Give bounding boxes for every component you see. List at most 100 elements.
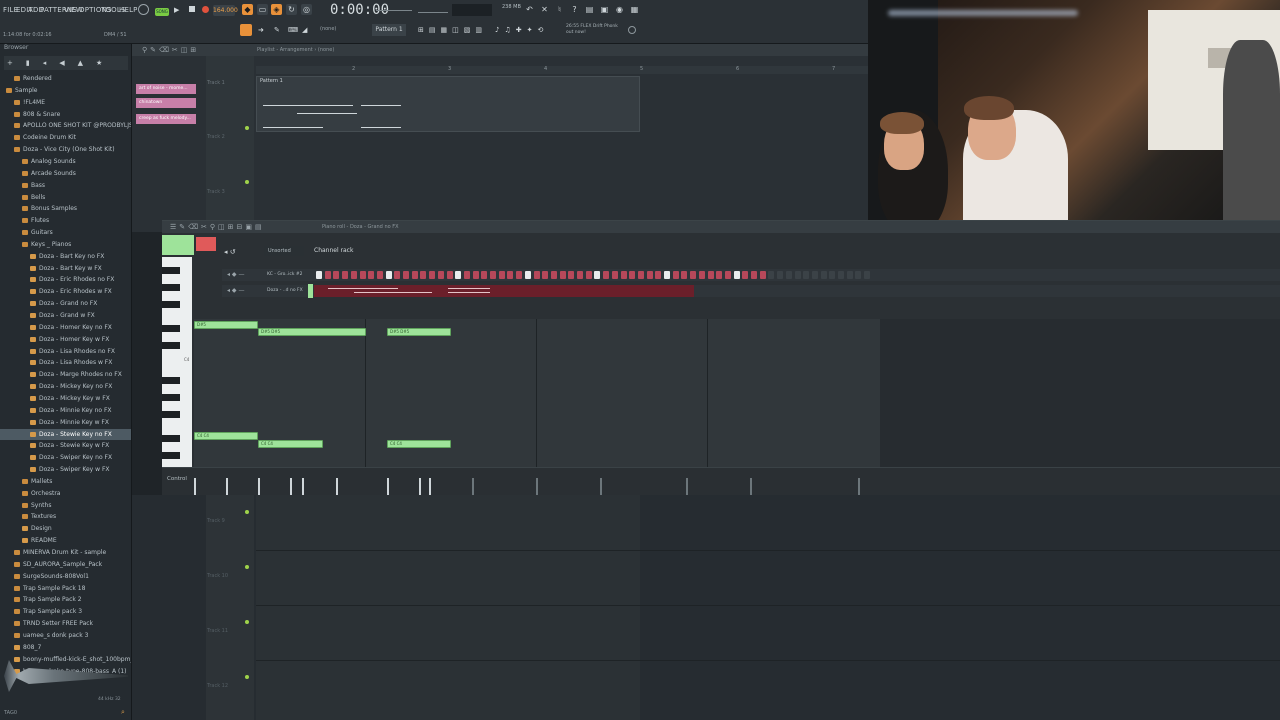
browser-folder[interactable]: TRND Setter FREE Pack bbox=[0, 618, 131, 629]
step-pad[interactable] bbox=[637, 271, 644, 279]
step-pad[interactable] bbox=[550, 271, 557, 279]
step-pad[interactable] bbox=[498, 271, 505, 279]
browser-file[interactable]: Doza - Stewie Key w FX bbox=[0, 440, 131, 451]
velocity-bar[interactable] bbox=[302, 478, 304, 496]
browser-file[interactable]: Doza - Marge Rhodes no FX bbox=[0, 369, 131, 380]
news-dial-icon[interactable] bbox=[628, 26, 636, 34]
browser-search-icon[interactable]: ⌕ bbox=[121, 708, 125, 717]
browser-folder[interactable]: Arcade Sounds bbox=[0, 168, 131, 179]
browser-file[interactable]: Doza - Eric Rhodes w FX bbox=[0, 286, 131, 297]
metronome-dial-icon[interactable] bbox=[138, 4, 149, 15]
velocity-bar[interactable] bbox=[387, 478, 389, 496]
step-pad[interactable] bbox=[420, 271, 427, 279]
pattern-clip[interactable]: Pattern 1 bbox=[256, 76, 640, 132]
browser-folder[interactable]: Rendered bbox=[0, 73, 131, 84]
step-pad[interactable] bbox=[481, 271, 488, 279]
step-sequencer-row[interactable] bbox=[316, 271, 876, 279]
browser-file[interactable]: Doza - Swiper Key no FX bbox=[0, 452, 131, 463]
note[interactable]: D#5 D#5 bbox=[387, 328, 451, 336]
browser-folder[interactable]: Orchestra bbox=[0, 488, 131, 499]
step-pad[interactable] bbox=[533, 271, 540, 279]
browser-folder[interactable]: APOLLO ONE SHOT KIT @PRODBYLJS bbox=[0, 120, 131, 131]
blend-notes-icon[interactable]: ◈ bbox=[271, 4, 282, 15]
browser-folder[interactable]: uamee_s donk pack 3 bbox=[0, 630, 131, 641]
step-pad[interactable] bbox=[742, 271, 749, 279]
browser-folder[interactable]: Analog Sounds bbox=[0, 156, 131, 167]
tool-buttons[interactable]: ♪♫✚✦⟲ bbox=[495, 26, 548, 34]
step-pad[interactable] bbox=[542, 271, 549, 279]
step-pad[interactable] bbox=[811, 271, 818, 279]
arrangement-area[interactable] bbox=[256, 495, 640, 720]
channel-name[interactable]: Doza - ..d no FX bbox=[267, 288, 303, 293]
track-label[interactable]: Track 1 bbox=[207, 80, 225, 86]
channel-controls[interactable]: ◂ ◆ — bbox=[227, 271, 244, 278]
channel-rack-arrow-icon[interactable]: ◂ ↺ bbox=[224, 248, 236, 256]
undo-icon[interactable]: ↶ bbox=[524, 4, 535, 15]
step-pad[interactable] bbox=[403, 271, 409, 279]
browser-file[interactable]: Doza - Mickey Key w FX bbox=[0, 393, 131, 404]
browser-file[interactable]: Doza - Grand w FX bbox=[0, 310, 131, 321]
keyboard-icon[interactable]: ⌨ bbox=[288, 26, 298, 34]
step-pad[interactable] bbox=[577, 271, 583, 279]
view-buttons[interactable]: ⊞▤▦◫▧▥ bbox=[418, 26, 487, 34]
step-pad[interactable] bbox=[490, 271, 496, 279]
step-pad[interactable] bbox=[629, 271, 636, 279]
step-pad[interactable] bbox=[524, 271, 531, 279]
velocity-bar[interactable] bbox=[600, 478, 602, 496]
browser-file[interactable]: Doza - Swiper Key w FX bbox=[0, 464, 131, 475]
news-panel[interactable]: 26:55 FLEX Drift Phonk out now! bbox=[566, 24, 622, 36]
step-pad[interactable] bbox=[698, 271, 705, 279]
step-pad[interactable] bbox=[681, 271, 688, 279]
pattern-selector[interactable]: Pattern 1 bbox=[372, 24, 406, 36]
step-pad[interactable] bbox=[472, 271, 479, 279]
channel-row[interactable]: ◂ ◆ — KC - Gro..ick #2 bbox=[222, 269, 1280, 281]
track-label[interactable]: Track 12 bbox=[207, 683, 228, 689]
play-icon[interactable]: ▶ bbox=[174, 6, 179, 14]
plugin-picker-icon[interactable]: ◉ bbox=[614, 4, 625, 15]
track-led[interactable] bbox=[245, 510, 249, 514]
channel-controls[interactable]: ◂ ◆ — bbox=[227, 287, 244, 294]
browser-file[interactable]: Doza - Lisa Rhodes no FX bbox=[0, 346, 131, 357]
step-pad[interactable] bbox=[368, 271, 375, 279]
browser-file[interactable]: Doza - Minnie Key w FX bbox=[0, 417, 131, 428]
browser-file[interactable]: README bbox=[0, 535, 131, 546]
track-led[interactable] bbox=[245, 565, 249, 569]
browser-file[interactable]: Doza - Eric Rhodes no FX bbox=[0, 274, 131, 285]
note[interactable]: C4 C4 bbox=[387, 440, 451, 448]
browser-folder[interactable]: Keys _ Pianos bbox=[0, 239, 131, 250]
velocity-bar[interactable] bbox=[536, 478, 538, 496]
step-pad[interactable] bbox=[655, 271, 662, 279]
track-label[interactable]: Track 2 bbox=[207, 134, 225, 140]
stop-icon[interactable] bbox=[189, 6, 195, 12]
note[interactable]: C4 C4 bbox=[194, 432, 258, 440]
track-led[interactable] bbox=[245, 620, 249, 624]
step-pad[interactable] bbox=[385, 271, 392, 279]
browser-folder[interactable]: Mallets bbox=[0, 476, 131, 487]
browser-folder[interactable]: !FL4ME bbox=[0, 97, 131, 108]
snap-icon[interactable] bbox=[240, 24, 252, 36]
step-pad[interactable] bbox=[559, 271, 566, 279]
pattern-item[interactable]: art of noise - mome... bbox=[136, 84, 196, 94]
countdown-icon[interactable]: ◎ bbox=[301, 4, 312, 15]
browser-file[interactable]: Doza - Bart Key no FX bbox=[0, 251, 131, 262]
note[interactable]: D#5 D#5 bbox=[258, 328, 366, 336]
step-pad[interactable] bbox=[585, 271, 592, 279]
pat-song-toggle[interactable]: SONG bbox=[155, 8, 169, 16]
step-pad[interactable] bbox=[516, 271, 523, 279]
velocity-bar[interactable] bbox=[472, 478, 474, 496]
step-pad[interactable] bbox=[759, 271, 766, 279]
browser-folder[interactable]: Textures bbox=[0, 511, 131, 522]
snap-value[interactable]: (none) bbox=[320, 26, 336, 32]
step-pad[interactable] bbox=[707, 271, 714, 279]
channel-pattern-preview[interactable] bbox=[314, 285, 694, 297]
step-pad[interactable] bbox=[794, 271, 801, 279]
step-pad[interactable] bbox=[568, 271, 575, 279]
browser-file[interactable]: Design bbox=[0, 523, 131, 534]
browser-folder[interactable]: Sample bbox=[0, 85, 131, 96]
step-pad[interactable] bbox=[672, 271, 679, 279]
browser-folder[interactable]: Flutes bbox=[0, 215, 131, 226]
browser-folder[interactable]: Codeine Drum Kit bbox=[0, 132, 131, 143]
browser-file[interactable]: Doza - Homer Key w FX bbox=[0, 334, 131, 345]
browser-folder[interactable]: SurgeSounds-808Vol1 bbox=[0, 571, 131, 582]
browser-file[interactable]: Doza - Homer Key no FX bbox=[0, 322, 131, 333]
